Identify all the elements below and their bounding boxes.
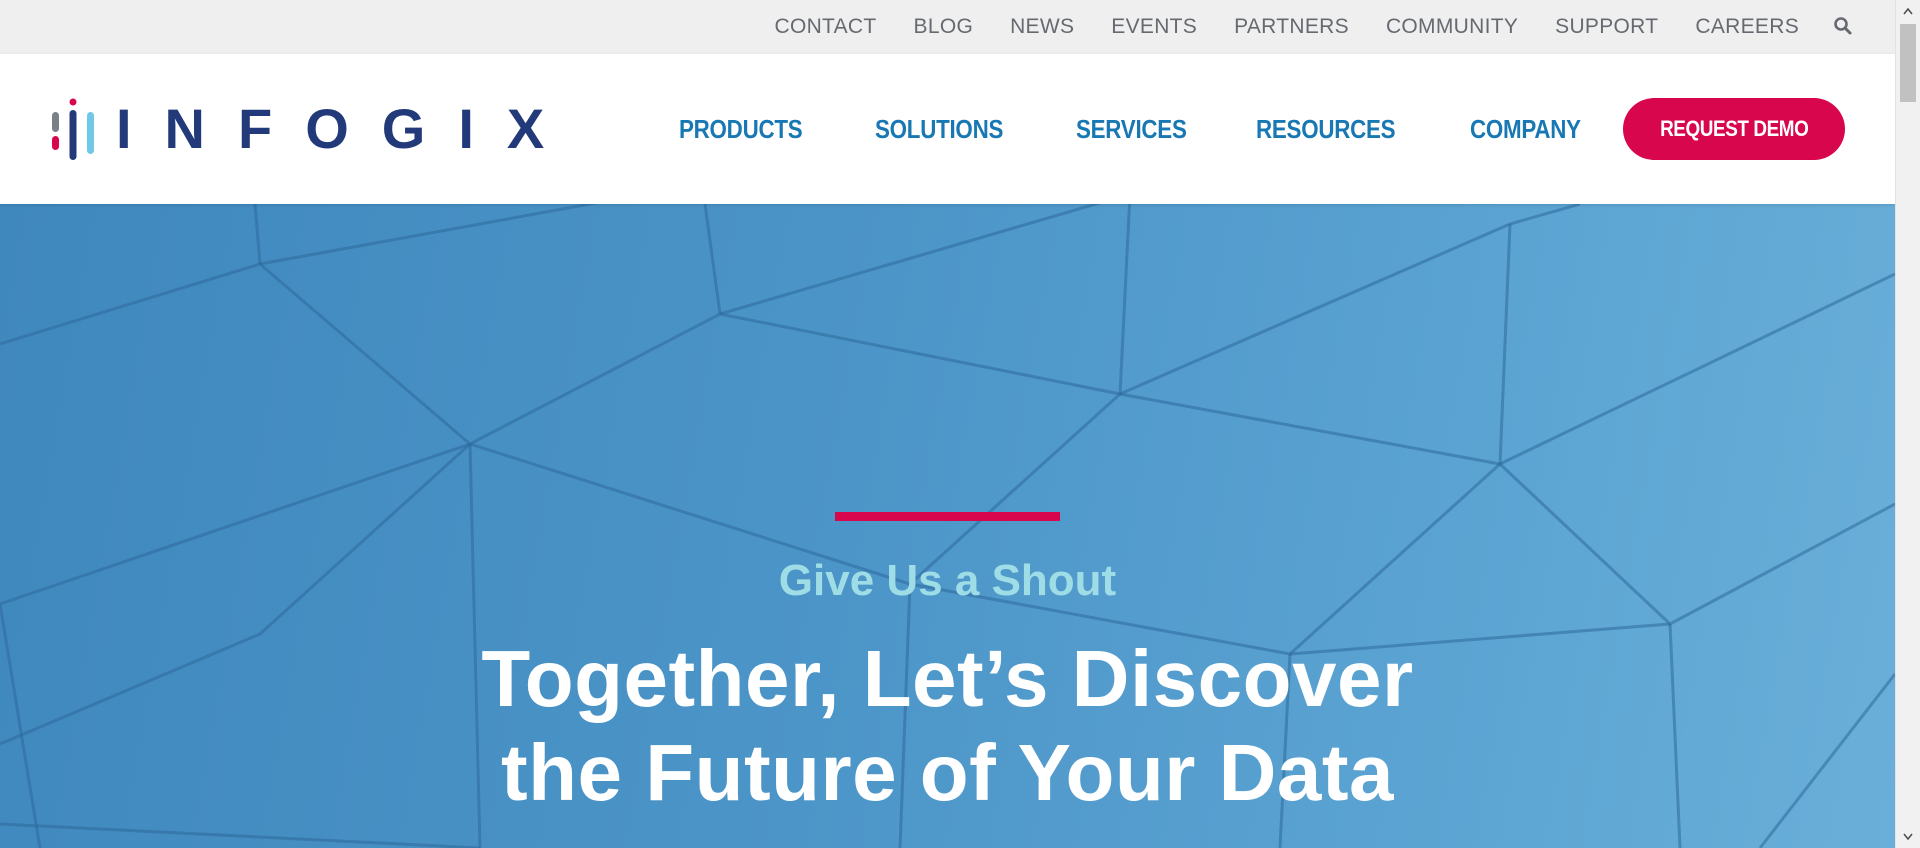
logo-wordmark: INFOGIX [116,97,578,160]
utility-bar: CONTACT BLOG NEWS EVENTS PARTNERS COMMUN… [0,0,1895,54]
hero-section: Give Us a Shout Together, Let’s Discover… [0,204,1895,848]
utility-link-news[interactable]: NEWS [1010,15,1074,39]
nav-products[interactable]: PRODUCTS [679,114,803,145]
scroll-up-arrow-icon[interactable] [1896,0,1920,22]
infogix-logo[interactable]: INFOGIX [52,98,577,160]
utility-link-community[interactable]: COMMUNITY [1386,15,1518,39]
utility-link-partners[interactable]: PARTNERS [1234,15,1349,39]
utility-link-support[interactable]: SUPPORT [1555,15,1658,39]
utility-link-careers[interactable]: CAREERS [1695,15,1799,39]
page-scrollbar[interactable] [1895,0,1920,848]
nav-resources[interactable]: RESOURCES [1256,114,1396,145]
hero-accent-bar [835,512,1060,521]
nav-services[interactable]: SERVICES [1076,114,1187,145]
utility-link-events[interactable]: EVENTS [1111,15,1197,39]
scrollbar-thumb[interactable] [1900,24,1916,102]
request-demo-label: REQUEST DEMO [1659,116,1809,141]
logo-mark-icon [52,98,94,160]
nav-company[interactable]: COMPANY [1470,114,1581,145]
main-nav: PRODUCTS SOLUTIONS SERVICES RESOURCES CO… [627,54,1845,204]
hero-heading-line-1: Together, Let’s Discover [481,634,1414,723]
page: CONTACT BLOG NEWS EVENTS PARTNERS COMMUN… [0,0,1895,848]
utility-nav: CONTACT BLOG NEWS EVENTS PARTNERS COMMUN… [737,0,1855,54]
utility-link-contact[interactable]: CONTACT [774,15,876,39]
hero-heading: Together, Let’s Discover the Future of Y… [0,632,1895,820]
utility-link-blog[interactable]: BLOG [914,15,974,39]
hero-heading-line-2: the Future of Your Data [500,728,1395,817]
scroll-down-arrow-icon[interactable] [1896,826,1920,848]
main-header: INFOGIX PRODUCTS SOLUTIONS SERVICES RESO… [0,54,1895,204]
hero-eyebrow: Give Us a Shout [778,556,1117,605]
nav-solutions[interactable]: SOLUTIONS [875,114,1003,145]
search-icon[interactable] [1833,16,1855,38]
request-demo-button[interactable]: REQUEST DEMO [1623,98,1845,160]
